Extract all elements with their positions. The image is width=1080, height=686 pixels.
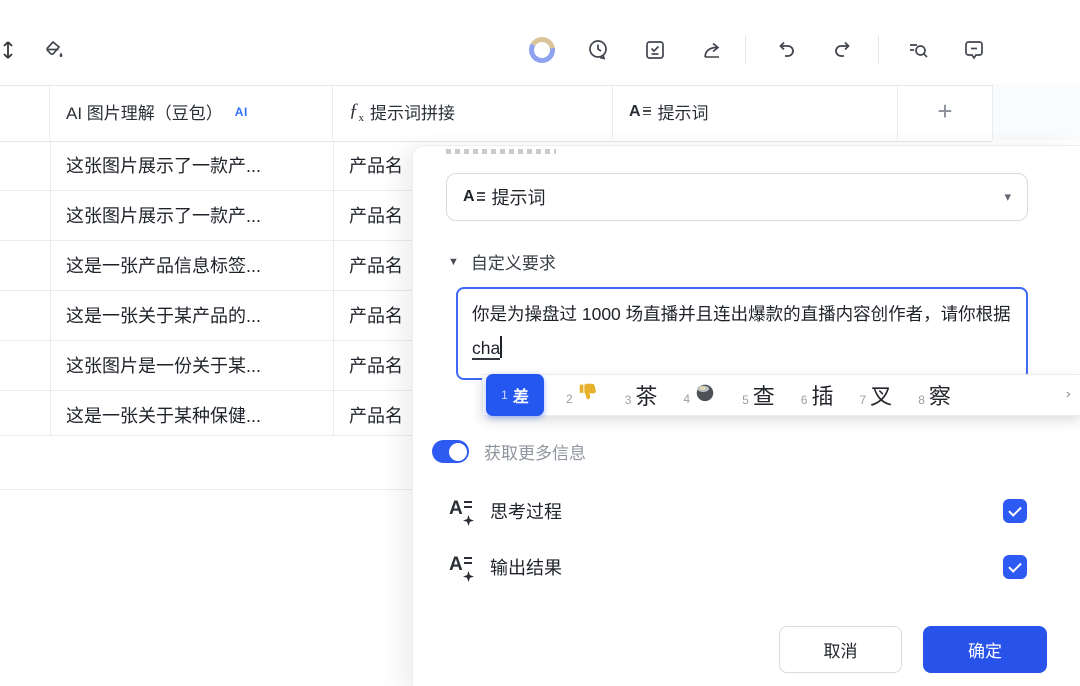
- prompt-text: 你是为操盘过 1000 场直播并且连出爆款的直播内容创作者，请你根据: [472, 304, 1011, 324]
- custom-requirement-section-header[interactable]: ▼ 自定义要求: [448, 249, 556, 274]
- plus-icon: +: [937, 96, 953, 126]
- candidate-index: 4: [683, 392, 691, 406]
- column-title: 提示词: [657, 104, 709, 123]
- formula-field-icon: ƒx: [349, 99, 364, 124]
- option-row-output: A 输出结果: [449, 544, 1047, 590]
- redo-icon[interactable]: [831, 38, 855, 62]
- gridline-add-row: [0, 489, 413, 490]
- ime-candidate[interactable]: 2: [566, 381, 599, 409]
- ime-candidate-selected[interactable]: 1 差: [486, 374, 544, 416]
- candidate-text: 插: [811, 384, 834, 409]
- option-row-thinking: A 思考过程: [449, 488, 1047, 534]
- toolbar-divider: [745, 36, 746, 64]
- row-height-icon[interactable]: [0, 38, 20, 62]
- table-cell[interactable]: 产品名: [349, 140, 406, 190]
- candidate-text: 茶: [635, 384, 658, 409]
- gridline-vertical: [333, 140, 334, 435]
- header-right-canvas: [993, 84, 1080, 140]
- column-header-prompt[interactable]: A 提示词: [613, 84, 898, 139]
- candidate-index: 5: [742, 393, 749, 407]
- ai-ring-icon[interactable]: [529, 37, 555, 63]
- candidate-text: 查: [752, 384, 775, 409]
- table-cell[interactable]: 产品名: [349, 240, 406, 290]
- ime-candidate-bar: 1 差 2 3 茶 4 5 查 6 插 7 叉 8 察 ›: [482, 374, 1080, 416]
- toggle-label: 获取更多信息: [484, 444, 586, 463]
- section-title: 自定义要求: [470, 254, 556, 273]
- get-more-info-toggle[interactable]: [432, 440, 469, 463]
- table-cell[interactable]: 这张图片展示了一款产...: [66, 140, 326, 190]
- ai-text-sparkle-icon: A: [449, 554, 474, 582]
- table-cell[interactable]: 这是一张关于某种保健...: [66, 390, 326, 440]
- table-cell[interactable]: 产品名: [349, 290, 406, 340]
- text-cursor: [500, 336, 503, 358]
- teacup-emoji: [694, 381, 716, 409]
- gridline-vertical: [50, 140, 51, 435]
- text-field-icon: A: [463, 189, 485, 205]
- candidate-index: 3: [624, 393, 632, 407]
- table-cell[interactable]: 产品名: [349, 340, 406, 390]
- candidate-text: 差: [512, 389, 529, 406]
- table-cell[interactable]: 产品名: [349, 390, 406, 440]
- row-index-header: [0, 84, 50, 139]
- ai-text-sparkle-icon: A: [449, 498, 474, 526]
- candidate-index: 1: [501, 388, 508, 402]
- ime-next-page-arrow[interactable]: ›: [1066, 388, 1071, 402]
- candidate-index: 8: [918, 393, 925, 407]
- column-header-ai-image[interactable]: AI 图片理解（豆包） AI: [50, 84, 333, 139]
- table-cell[interactable]: 这张图片是一份关于某...: [66, 340, 326, 390]
- ime-candidate[interactable]: 7 叉: [859, 379, 892, 411]
- column-header-formula[interactable]: ƒx 提示词拼接: [333, 84, 613, 139]
- table-cell[interactable]: 产品名: [349, 190, 406, 240]
- share-icon[interactable]: [700, 38, 724, 62]
- field-select-value: 提示词: [491, 188, 546, 208]
- candidate-index: 2: [566, 392, 573, 406]
- ime-candidate[interactable]: 8 察: [918, 379, 951, 411]
- ime-candidate[interactable]: 5 查: [742, 379, 775, 411]
- thumbs-down-emoji: [577, 381, 599, 409]
- ime-candidate[interactable]: 3 茶: [625, 379, 658, 411]
- ai-badge: AI: [234, 104, 248, 119]
- task-check-icon[interactable]: [643, 38, 667, 62]
- confirm-button[interactable]: 确定: [923, 626, 1047, 673]
- cancel-button[interactable]: 取消: [779, 626, 902, 673]
- candidate-text: 察: [928, 384, 951, 409]
- chevron-down-icon: ▾: [1004, 189, 1011, 204]
- field-select[interactable]: A 提示词 ▾: [446, 173, 1028, 221]
- top-toolbar: [0, 0, 1080, 85]
- undo-icon[interactable]: [774, 38, 798, 62]
- toolbar-divider: [878, 36, 879, 64]
- clipped-scrolled-text: [446, 149, 556, 154]
- column-title: 提示词拼接: [370, 104, 455, 123]
- ime-candidate[interactable]: 6 插: [801, 379, 834, 411]
- text-field-icon: A: [629, 103, 651, 120]
- column-title: AI 图片理解（豆包）: [66, 104, 223, 123]
- ime-composition-text: cha: [472, 338, 501, 360]
- search-records-icon[interactable]: [906, 38, 930, 62]
- table-cell[interactable]: 这是一张关于某产品的...: [66, 290, 326, 340]
- option-label: 思考过程: [490, 502, 562, 522]
- candidate-index: 6: [800, 393, 808, 407]
- candidate-text: 叉: [870, 384, 893, 409]
- comment-icon[interactable]: [962, 38, 986, 62]
- collapse-triangle-icon: ▼: [448, 255, 459, 268]
- ime-candidate[interactable]: 4: [683, 381, 716, 409]
- table-cell[interactable]: 这张图片展示了一款产...: [66, 190, 326, 240]
- table-cell[interactable]: 这是一张产品信息标签...: [66, 240, 326, 290]
- add-column-button[interactable]: +: [898, 84, 993, 139]
- thinking-process-checkbox[interactable]: [1003, 499, 1027, 523]
- paint-format-icon[interactable]: [42, 38, 66, 62]
- option-label: 输出结果: [490, 558, 562, 578]
- output-result-checkbox[interactable]: [1003, 555, 1027, 579]
- candidate-index: 7: [859, 393, 867, 407]
- prompt-textarea[interactable]: 你是为操盘过 1000 场直播并且连出爆款的直播内容创作者，请你根据 cha: [456, 287, 1028, 380]
- history-icon[interactable]: [586, 38, 610, 62]
